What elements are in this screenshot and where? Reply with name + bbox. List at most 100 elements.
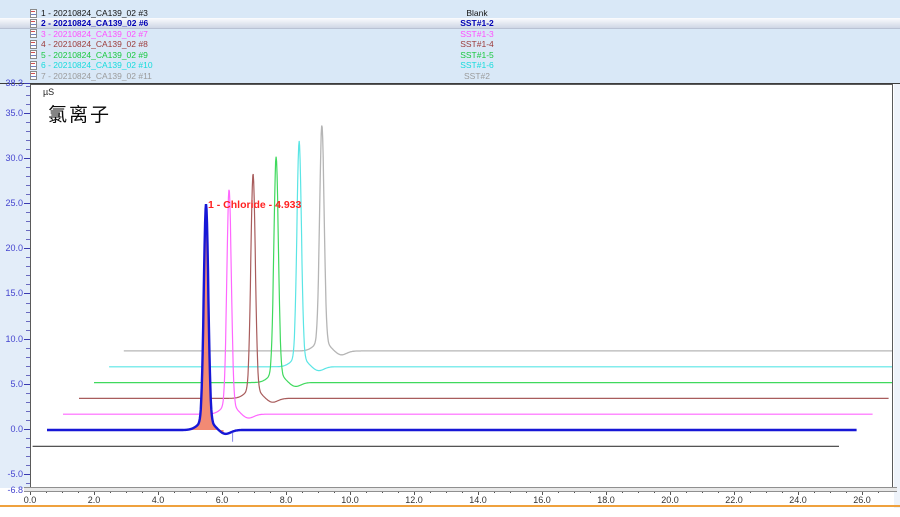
y-axis-tick [24, 339, 30, 340]
sample-name: SST#1-2 [438, 18, 516, 28]
y-axis-tick-label: 5.0 [0, 379, 23, 389]
chromatogram-icon [30, 9, 37, 18]
y-axis-minor-tick [26, 393, 30, 394]
y-axis-minor-tick [26, 483, 30, 484]
injection-label: 3 - 20210824_CA139_02 #7 [41, 29, 148, 39]
trace-7 [124, 126, 892, 355]
sample-name: SST#1-3 [438, 29, 516, 39]
y-axis-tick [24, 293, 30, 294]
x-axis-tick-label: 20.0 [655, 495, 685, 505]
y-axis-minor-tick [26, 185, 30, 186]
y-axis-minor-tick [26, 230, 30, 231]
y-axis-minor-tick [26, 149, 30, 150]
y-axis-tick-label: 25.0 [0, 198, 23, 208]
chromatogram-traces [31, 85, 892, 487]
x-axis-ruler [24, 487, 897, 492]
sample-name: SST#1-6 [438, 60, 516, 70]
trace-6 [109, 141, 892, 371]
y-axis-minor-tick [26, 330, 30, 331]
y-axis-minor-tick [26, 411, 30, 412]
injection-label: 7 - 20210824_CA139_02 #11 [41, 71, 152, 81]
sample-name: SST#1-5 [438, 50, 516, 60]
legend-row-7[interactable]: 7 - 20210824_CA139_02 #11 SST#2 [0, 70, 900, 80]
trace-4 [79, 174, 889, 402]
legend-row-4[interactable]: 4 - 20210824_CA139_02 #8SST#1-4 [0, 39, 900, 49]
injection-label: 2 - 20210824_CA139_02 #6 [41, 18, 148, 28]
y-axis-tick [24, 474, 30, 475]
y-axis-minor-tick [26, 257, 30, 258]
chromatogram-window: 1 - 20210824_CA139_02 #3Blank2 - 2021082… [0, 0, 900, 517]
x-axis-tick-label: 10.0 [335, 495, 365, 505]
y-axis-minor-tick [26, 321, 30, 322]
x-axis-tick-label: 22.0 [719, 495, 749, 505]
bottom-orange-rule [0, 505, 900, 507]
y-axis-minor-tick [26, 402, 30, 403]
peak-label: 1 - Chloride - 4.933 [208, 199, 301, 211]
y-axis-tick-label: -5.0 [0, 469, 23, 479]
y-axis-minor-tick [26, 438, 30, 439]
chromatogram-icon [30, 61, 37, 70]
y-axis-minor-tick [26, 465, 30, 466]
y-axis-tick [24, 248, 30, 249]
y-axis-tick-label: 10.0 [0, 334, 23, 344]
y-axis-minor-tick [26, 167, 30, 168]
injection-label: 1 - 20210824_CA139_02 #3 [41, 8, 148, 18]
legend-row-6[interactable]: 6 - 20210824_CA139_02 #10 SST#1-6 [0, 60, 900, 70]
x-axis-tick-label: 18.0 [591, 495, 621, 505]
x-axis-tick-label: 0.0 [15, 495, 45, 505]
y-axis-tick [24, 158, 30, 159]
sample-name: Blank [438, 8, 516, 18]
x-axis-tick-label: 16.0 [527, 495, 557, 505]
y-axis-tick [24, 83, 30, 84]
x-axis-tick-label: 6.0 [207, 495, 237, 505]
trace-3 [63, 190, 873, 418]
y-axis-minor-tick [26, 266, 30, 267]
y-axis-tick-label: 35.0 [0, 108, 23, 118]
y-axis-minor-tick [26, 375, 30, 376]
x-axis-tick-label: 14.0 [463, 495, 493, 505]
y-axis-minor-tick [26, 303, 30, 304]
y-axis-tick [24, 384, 30, 385]
y-axis-minor-tick [26, 312, 30, 313]
chromatogram-icon [30, 19, 37, 28]
y-axis-unit-label: µS [43, 87, 54, 97]
y-axis-tick-label: 20.0 [0, 243, 23, 253]
y-axis-minor-tick [26, 348, 30, 349]
injection-label: 6 - 20210824_CA139_02 #10 [41, 60, 153, 70]
plot-canvas[interactable]: µS 氯离子 1 - Chloride - 4.933 [30, 84, 893, 488]
sample-name: SST#1-4 [438, 39, 516, 49]
chromatogram-icon [30, 29, 37, 38]
legend-row-5[interactable]: 5 - 20210824_CA139_02 #9 SST#1-5 [0, 50, 900, 60]
legend-row-2[interactable]: 2 - 20210824_CA139_02 #6 SST#1-2 [0, 18, 900, 28]
y-axis-minor-tick [26, 140, 30, 141]
y-axis-minor-tick [26, 212, 30, 213]
y-axis-minor-tick [26, 447, 30, 448]
legend-row-1[interactable]: 1 - 20210824_CA139_02 #3 Blank [0, 8, 900, 18]
y-axis-minor-tick [26, 357, 30, 358]
x-axis-tick-label: 4.0 [143, 495, 173, 505]
y-axis-tick [24, 203, 30, 204]
y-axis-minor-tick [26, 456, 30, 457]
chromatogram-icon [30, 40, 37, 49]
right-margin [894, 84, 900, 508]
y-axis-minor-tick [26, 122, 30, 123]
y-axis-tick-label: -6.8 [0, 485, 23, 495]
legend-row-3[interactable]: 3 - 20210824_CA139_02 #7 SST#1-3 [0, 29, 900, 39]
y-axis-minor-tick [26, 95, 30, 96]
y-axis-minor-tick [26, 194, 30, 195]
y-axis-tick [24, 429, 30, 430]
y-axis-minor-tick [26, 284, 30, 285]
sample-name: SST#2 [438, 71, 516, 81]
x-axis-tick-label: 26.0 [847, 495, 877, 505]
y-axis-tick-label: 30.0 [0, 153, 23, 163]
x-axis-tick-label: 12.0 [399, 495, 429, 505]
y-axis-minor-tick [26, 86, 30, 87]
x-axis-tick-label: 8.0 [271, 495, 301, 505]
chromatogram-icon [30, 50, 37, 59]
injection-label: 5 - 20210824_CA139_02 #9 [41, 50, 148, 60]
y-axis-tick-label: 0.0 [0, 424, 23, 434]
y-axis-tick-label: 38.3 [0, 78, 23, 88]
y-axis-minor-tick [26, 420, 30, 421]
y-axis-minor-tick [26, 275, 30, 276]
y-axis-minor-tick [26, 221, 30, 222]
